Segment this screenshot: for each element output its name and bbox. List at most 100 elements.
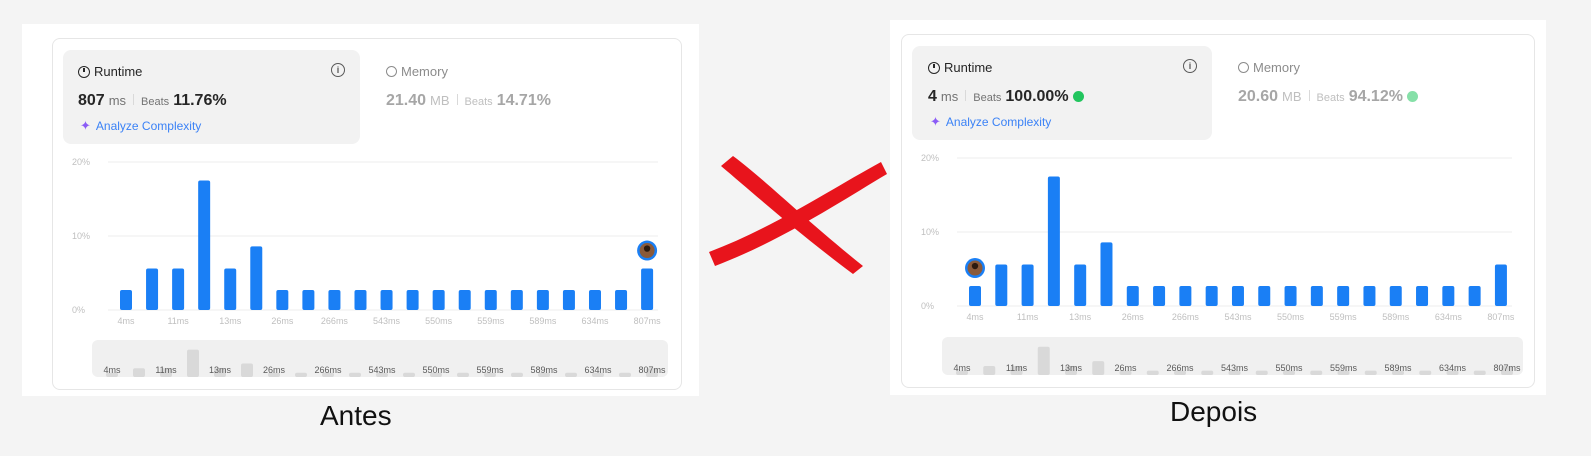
runtime-bar[interactable] [562,290,575,310]
runtime-bar[interactable] [1258,286,1271,306]
clock-icon [78,65,90,78]
runtime-bar[interactable] [1494,264,1507,306]
runtime-bar[interactable] [432,290,445,310]
y-tick-label: 10% [921,227,939,237]
runtime-bar[interactable] [458,290,471,310]
runtime-bar[interactable] [1074,264,1087,306]
mini-tick-label: 543ms [368,365,396,375]
runtime-bar[interactable] [1389,286,1402,306]
runtime-bar[interactable] [1310,286,1323,306]
beats-percentage: 14.71% [496,92,551,109]
mini-tick-label: 589ms [530,365,558,375]
mini-bar [1037,346,1050,375]
after-mini-histogram: 4ms 11ms 13ms 26ms 266ms 543ms 550ms 559ms 589ms… [953,346,1521,375]
after-memory-title[interactable]: Memory [1238,60,1300,75]
info-icon[interactable]: i [1183,59,1197,73]
runtime-bar[interactable] [198,180,211,311]
before-runtime-distribution-chart[interactable]: 20% 10% 0% 4ms 11ms 13ms 26ms 266ms 543ms 550ms 55… [60,150,670,335]
info-icon[interactable]: i [331,63,345,77]
analyze-complexity-link[interactable]: ✦ Analyze Complexity [930,114,1051,130]
runtime-bar[interactable] [1153,286,1166,306]
runtime-bar[interactable] [615,290,628,310]
runtime-bar[interactable] [1205,286,1218,306]
mini-bar [1473,370,1486,375]
runtime-bar[interactable] [276,290,289,310]
before-mini-histogram: 4ms 11ms 13ms 26ms 266ms 543ms 550ms 559ms 589ms… [103,349,666,377]
x-tick-label: 589ms [529,316,557,326]
mini-tick-label: 559ms [476,365,504,375]
runtime-bar[interactable] [250,246,263,310]
runtime-bar[interactable] [302,290,315,310]
runtime-bar[interactable] [995,264,1008,306]
runtime-bar[interactable] [1047,176,1060,307]
runtime-bar[interactable] [1284,286,1297,306]
y-tick-label: 10% [72,231,90,241]
memory-chip-icon [386,66,397,77]
x-tick-label: 266ms [1172,312,1200,322]
runtime-bar[interactable] [380,290,393,310]
runtime-bar[interactable] [1468,286,1481,306]
mini-tick-label: 559ms [1330,363,1358,373]
runtime-bar[interactable] [172,268,185,310]
runtime-bar[interactable] [1337,286,1350,306]
leetcode-badge-icon [1072,91,1084,102]
mini-bar [619,372,631,377]
x-tick-label: 550ms [425,316,453,326]
mini-tick-label: 266ms [1166,363,1194,373]
runtime-bar[interactable] [224,268,237,310]
runtime-bar[interactable] [536,290,549,310]
mini-bar [187,349,199,377]
runtime-bar[interactable] [1126,286,1139,306]
mini-bar [349,372,361,377]
after-memory-stats: 20.60 MB Beats 94.12% [1238,88,1418,106]
runtime-bar[interactable] [146,268,159,310]
x-tick-label: 634ms [581,316,609,326]
runtime-bar[interactable] [406,290,419,310]
memory-value: 20.60 [1238,88,1279,105]
runtime-bar[interactable] [1416,286,1429,306]
x-tick-label: 13ms [219,316,242,326]
analyze-complexity-link[interactable]: ✦ Analyze Complexity [80,118,201,134]
runtime-bar[interactable] [1442,286,1455,306]
x-tick-label: 559ms [1330,312,1358,322]
mini-tick-label: 589ms [1384,363,1412,373]
user-avatar[interactable] [965,258,985,279]
runtime-bar[interactable] [588,290,601,310]
runtime-bar[interactable] [328,290,341,310]
mini-tick-label: 11ms [1006,363,1028,373]
beats-label: Beats [973,92,1002,104]
after-runtime-distribution-chart[interactable]: 20% 10% 0% 4ms 11ms 13ms 26ms 266ms 543ms 550ms 55… [909,146,1524,331]
x-tick-label: 26ms [1122,312,1145,322]
clock-icon [928,61,940,74]
user-avatar[interactable] [637,240,658,261]
mini-bar [1310,370,1323,375]
before-range-slider[interactable]: 4ms 11ms 13ms 26ms 266ms 543ms 550ms 559ms 589ms… [92,340,668,377]
mini-bar [565,372,577,377]
runtime-bar[interactable] [1100,242,1113,306]
before-caption: Antes [320,400,392,431]
runtime-bar[interactable] [1231,286,1244,306]
mini-bar [1201,370,1214,375]
after-range-slider[interactable]: 4ms 11ms 13ms 26ms 266ms 543ms 550ms 559ms 589ms… [942,337,1523,375]
before-runtime-title: Runtime [78,64,142,79]
before-memory-title[interactable]: Memory [386,64,448,79]
mini-bar [1255,370,1268,375]
memory-unit: MB [1282,89,1302,104]
mini-bar [403,372,415,377]
runtime-bar[interactable] [484,290,497,310]
runtime-bar[interactable] [120,290,132,310]
runtime-value: 807 [78,92,105,109]
runtime-bar[interactable] [969,286,981,306]
runtime-bar[interactable] [1363,286,1376,306]
beats-percentage: 11.76% [173,92,227,109]
runtime-bar[interactable] [354,290,367,310]
x-tick-label: 543ms [1224,312,1252,322]
x-tick-label: 634ms [1435,312,1463,322]
runtime-bar[interactable] [1179,286,1192,306]
memory-unit: MB [430,93,450,108]
mini-tick-label: 543ms [1221,363,1249,373]
mini-bar [511,372,523,377]
runtime-bar[interactable] [510,290,523,310]
runtime-bar[interactable] [1021,264,1034,306]
runtime-bar[interactable] [641,268,654,310]
